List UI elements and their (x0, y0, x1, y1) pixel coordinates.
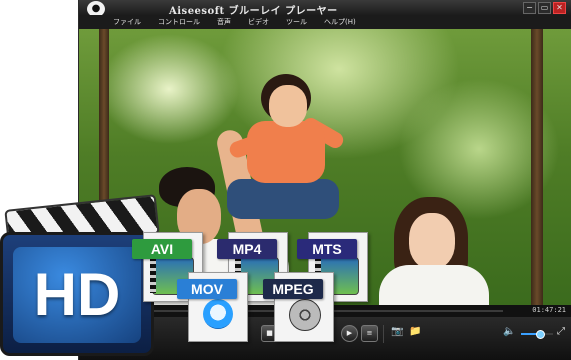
menu-bar: ファイル コントロール 音声 ビデオ ツール ヘルプ(H) (79, 15, 571, 29)
mov-badge: MOV (177, 279, 237, 299)
folder-icon[interactable]: 📁 (409, 326, 421, 337)
close-button[interactable]: ✕ (553, 2, 566, 14)
quicktime-icon (203, 299, 233, 329)
volume-icon[interactable]: 🔈 (503, 326, 515, 337)
avi-badge: AVI (132, 239, 192, 259)
mts-badge: MTS (297, 239, 357, 259)
film-reel-icon (289, 299, 321, 331)
playlist-button[interactable]: ≡ (361, 325, 378, 342)
mpeg-file-icon: MPEG (263, 272, 334, 342)
girl-figure (247, 121, 325, 183)
mp4-badge: MP4 (217, 239, 277, 259)
mov-file-icon: MOV (177, 272, 248, 342)
menu-control[interactable]: コントロール (158, 17, 200, 27)
title-bar: ● Aiseesoft ブルーレイ プレーヤー − ▭ ✕ (79, 0, 571, 17)
menu-video[interactable]: ビデオ (248, 17, 269, 27)
next-button[interactable]: ▶ (341, 325, 358, 342)
hd-screen: HD (13, 247, 141, 343)
mpeg-badge: MPEG (263, 279, 323, 299)
divider (383, 325, 384, 343)
window-controls: − ▭ ✕ (523, 2, 566, 14)
volume-knob[interactable] (536, 330, 546, 339)
menu-help[interactable]: ヘルプ(H) (324, 17, 356, 27)
menu-audio[interactable]: 音声 (217, 17, 231, 27)
fullscreen-icon[interactable]: ⤢ (557, 326, 565, 337)
woman-figure (379, 265, 489, 305)
girl-face (269, 85, 307, 127)
film-strip (150, 257, 156, 293)
maximize-button[interactable]: ▭ (538, 2, 551, 14)
hd-clapperboard: HD (0, 194, 160, 360)
menu-file[interactable]: ファイル (113, 17, 141, 27)
minimize-button[interactable]: − (523, 2, 536, 14)
girl-legs (227, 179, 339, 219)
camera-icon[interactable]: 📷 (391, 326, 403, 337)
tree-trunk (531, 29, 543, 305)
woman-face (409, 213, 455, 269)
menu-tools[interactable]: ツール (286, 17, 307, 27)
time-display: 01:47:21 (532, 306, 566, 314)
clapper-body: HD (0, 232, 154, 356)
volume-slider[interactable] (521, 330, 553, 339)
hd-label: HD (33, 261, 121, 328)
